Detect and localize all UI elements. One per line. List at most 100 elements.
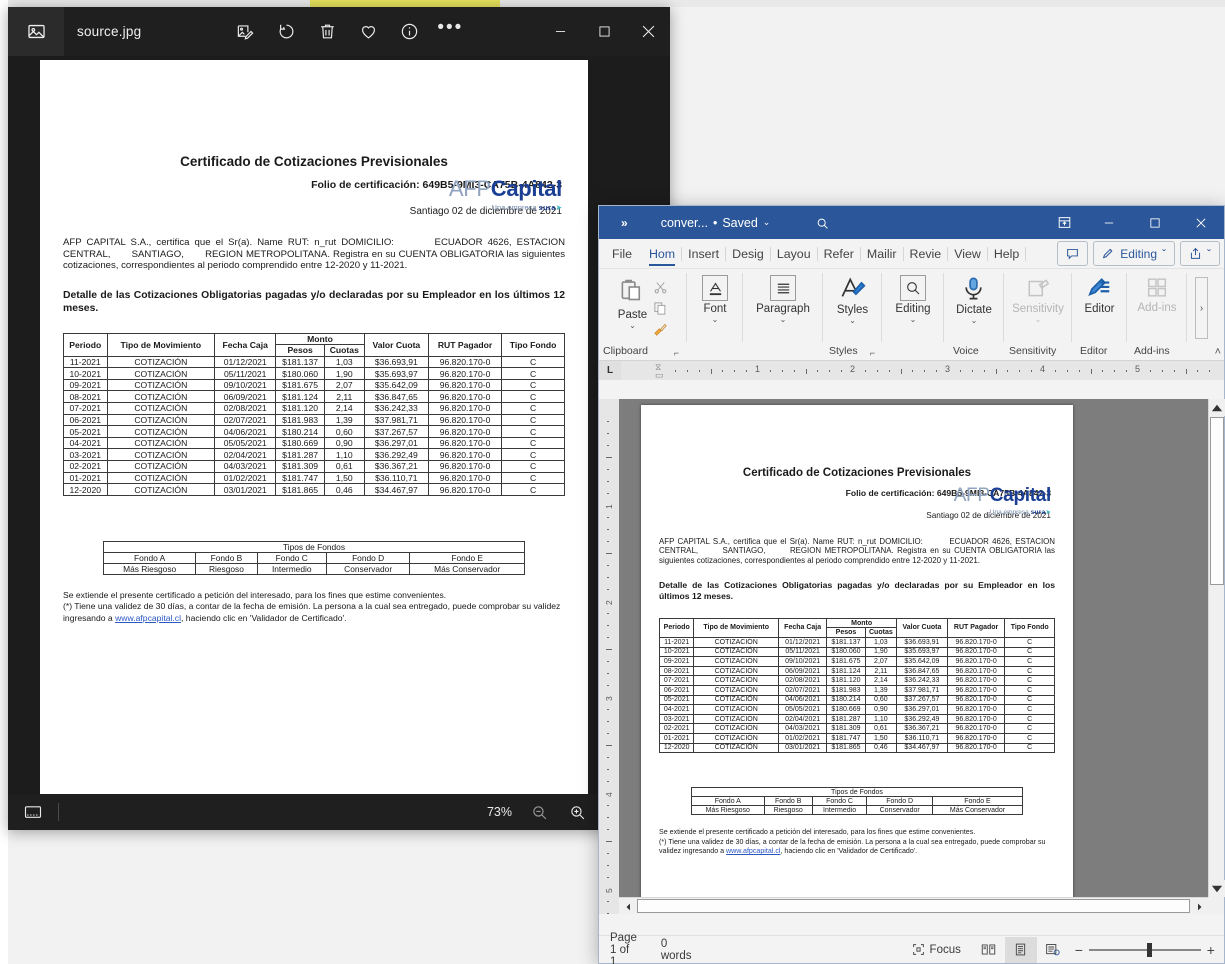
more-options-icon[interactable]: ••• [437,18,462,44]
horizontal-scrollbar-thumb[interactable] [637,899,1190,913]
word-document-page[interactable]: AFPCapital Una empresa sura➤ Certificado… [641,405,1073,897]
filmstrip-icon[interactable] [22,801,44,823]
vertical-scrollbar[interactable] [1208,399,1225,897]
tab-desig[interactable]: Desig [726,239,770,269]
copy-icon[interactable] [652,301,669,321]
zoom-slider-knob[interactable] [1146,942,1152,957]
maximize-button[interactable] [582,7,626,56]
afpcapital-link[interactable]: www.afpcapital.cl [115,613,181,623]
vruler-tick [607,541,609,542]
horizontal-scrollbar[interactable] [619,897,1208,914]
ruler-tick [995,368,997,374]
word-maximize-button[interactable] [1132,206,1178,239]
dictate-chevron-down-icon[interactable]: ⌄ [971,317,978,325]
zoom-in-button[interactable]: + [1201,942,1221,958]
zoom-percent-label[interactable]: 100% [1221,944,1225,956]
contributions-table-wrap-word: Periodo Tipo de Movimiento Fecha Caja Mo… [641,617,1073,754]
read-mode-icon[interactable] [973,937,1005,963]
vruler-tick [607,865,609,866]
left-indent-marker-icon[interactable]: ▭ [655,370,664,380]
styles-chevron-down-icon[interactable]: ⌄ [849,317,856,325]
paste-button[interactable]: Paste ⌄ [618,277,648,342]
zoom-in-icon[interactable] [566,801,588,823]
editing-button[interactable]: Editing ⌄ [895,275,931,324]
scroll-up-button[interactable] [1209,399,1225,416]
comments-button[interactable] [1057,241,1089,266]
contributions-table-wrap: Periodo Tipo de Movimiento Fecha Caja Mo… [40,332,588,496]
tab-mailir[interactable]: Mailir [861,239,903,269]
font-chevron-down-icon[interactable]: ⌄ [712,316,719,324]
photo-viewer-canvas[interactable]: AFPCapital Una empresa sura➤ Certificado… [8,56,670,795]
vruler-tick [607,709,609,710]
delete-icon[interactable] [315,20,339,44]
editor-button[interactable]: Editor [1084,275,1115,315]
zoom-out-button[interactable]: − [1069,942,1089,958]
print-layout-icon[interactable] [1004,936,1037,963]
search-icon[interactable] [816,217,829,229]
file-info-icon[interactable] [397,20,421,44]
horizontal-ruler[interactable]: ⧖ ▭ 123456 [621,360,1224,380]
web-layout-icon[interactable] [1037,937,1069,963]
word-close-button[interactable] [1178,206,1224,239]
font-button[interactable]: Font ⌄ [702,275,728,324]
ruler-tick [722,369,724,372]
addins-button[interactable]: Add-ins [1138,275,1177,314]
styles-button[interactable]: Styles ⌄ [837,275,868,325]
tab-hom[interactable]: Hom [643,239,681,269]
minimize-button[interactable] [538,7,582,56]
sensitivity-chevron-down-icon[interactable]: ⌄ [1035,316,1042,324]
paragraph-button[interactable]: Paragraph ⌄ [756,275,810,324]
paragraph-chevron-down-icon[interactable]: ⌄ [780,316,787,324]
tab-file[interactable]: File [599,239,643,269]
view-buttons [973,936,1069,963]
ribbon-tabs-right: Editing ˇ ˇ [1057,241,1220,266]
clipboard-dialog-launcher[interactable]: ⌐ [674,348,679,358]
tab-layou[interactable]: Layou [771,239,817,269]
close-button[interactable] [626,7,670,56]
cut-scissors-icon[interactable] [652,280,669,300]
tab-view[interactable]: View [948,239,987,269]
table-cell: 05-2021 [658,694,695,706]
zoom-slider[interactable] [1088,942,1201,957]
editing-mode-button[interactable]: Editing ˇ [1093,241,1175,266]
table-row: 04-2021 COTIZACIÓN 05/05/2021 $180.669 0,90 $… [658,704,1055,715]
edit-image-icon[interactable] [233,20,257,44]
note-line-1-word: Se extiende el presente certificado a pe… [659,828,976,837]
ribbon-collapse-button[interactable]: ˄ [1215,346,1221,358]
saved-status-label[interactable]: Saved [722,216,757,230]
ruler-tick [805,368,807,374]
tab-help[interactable]: Help [988,239,1025,269]
tab-stop-selector[interactable]: L [599,360,621,380]
scroll-left-button[interactable] [619,898,636,915]
scroll-down-button[interactable] [1209,880,1225,897]
ribbon-display-options-icon[interactable] [1042,206,1086,239]
document-name-label[interactable]: conver... [661,216,708,230]
sensitivity-button[interactable]: Sensitivity ⌄ [1012,275,1064,324]
tab-insert[interactable]: Insert [682,239,725,269]
vruler-tick [607,913,609,914]
tab-refer[interactable]: Refer [818,239,860,269]
format-painter-icon[interactable] [652,322,669,342]
quick-access-chevron-icon[interactable]: » [621,216,628,230]
afpcapital-link-word[interactable]: www.afpcapital.cl [726,847,780,855]
rotate-icon[interactable] [274,20,298,44]
zoom-out-icon[interactable] [528,801,550,823]
vertical-ruler[interactable]: 1 2 3 4 5 [599,399,619,914]
ribbon-overflow-button[interactable]: › [1195,277,1208,339]
tab-revie[interactable]: Revie [904,239,948,269]
styles-dialog-launcher[interactable]: ⌐ [870,348,875,358]
page-number-status[interactable]: Page 1 of 1 [599,932,649,964]
share-button[interactable]: ˇ [1180,241,1220,266]
scroll-right-button[interactable] [1191,898,1208,915]
focus-button[interactable]: Focus [900,936,973,964]
page-viewport[interactable]: AFPCapital Una empresa sura➤ Certificado… [619,399,1208,897]
word-count-status[interactable]: 0 words [649,936,704,964]
paste-chevron-down-icon[interactable]: ⌄ [629,322,636,330]
vertical-scrollbar-thumb[interactable] [1210,417,1224,585]
dictate-button[interactable]: Dictate ⌄ [956,275,992,325]
favorite-heart-icon[interactable] [356,20,380,44]
saved-chevron-down-icon[interactable]: ⌄ [763,217,771,228]
editing-chevron-down-icon-ribbon[interactable]: ⌄ [910,316,917,324]
table-cell: 0,90 [323,436,365,450]
word-minimize-button[interactable] [1086,206,1132,239]
